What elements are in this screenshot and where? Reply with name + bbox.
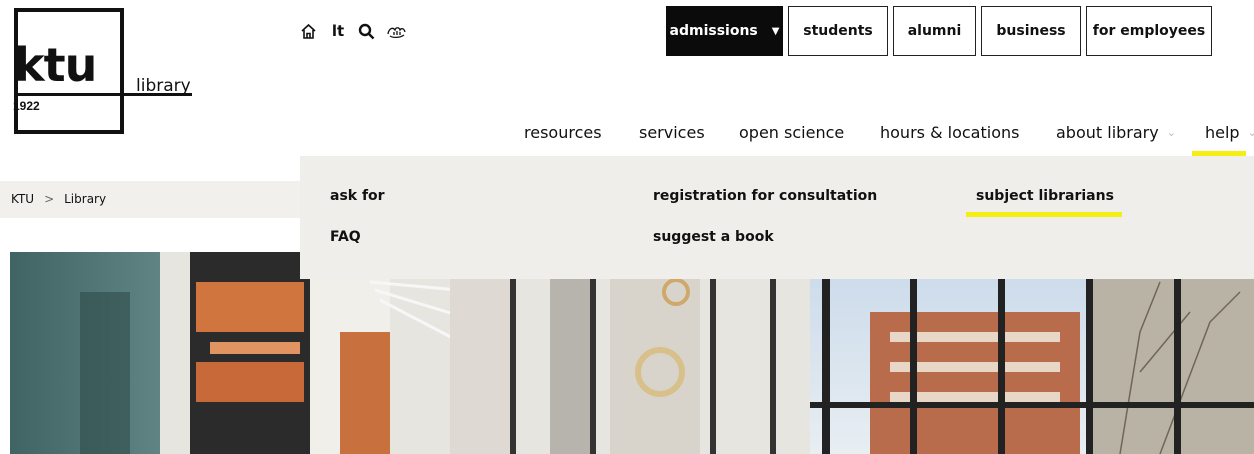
home-icon[interactable] <box>298 20 318 42</box>
breadcrumb-item-library[interactable]: Library <box>64 192 106 206</box>
breadcrumb-item-ktu[interactable]: KTU <box>11 192 34 206</box>
breadcrumb-separator: > <box>44 192 55 206</box>
chevron-down-icon: ⌄ <box>1247 125 1254 139</box>
nav-help-label: help <box>1205 122 1240 142</box>
nav-about-library-label: about library <box>1056 122 1159 142</box>
subject-librarians-link[interactable]: subject librarians <box>976 188 1114 204</box>
nav-hours-locations[interactable]: hours & locations <box>880 118 1019 146</box>
admissions-button[interactable]: admissions ▼ <box>666 6 783 56</box>
logo-section-name: library <box>136 76 191 96</box>
logo-wordmark: ktu <box>14 38 97 92</box>
students-button[interactable]: students <box>788 6 888 56</box>
nav-open-science[interactable]: open science <box>739 118 844 146</box>
nav-resources[interactable]: resources <box>524 118 602 146</box>
faq-link[interactable]: FAQ <box>330 229 361 245</box>
logo-year: 1922 <box>13 99 40 113</box>
sign-language-icon[interactable] <box>385 20 409 42</box>
suggest-book-link[interactable]: suggest a book <box>653 229 774 245</box>
ask-for-link[interactable]: ask for <box>330 188 385 204</box>
business-button[interactable]: business <box>981 6 1081 56</box>
audience-nav: admissions ▼ students alumni business fo… <box>666 6 1212 56</box>
search-icon[interactable] <box>356 20 376 42</box>
help-dropdown-panel <box>300 156 1254 279</box>
registration-consultation-link[interactable]: registration for consultation <box>653 188 877 204</box>
nav-services[interactable]: services <box>639 118 705 146</box>
admissions-label: admissions <box>669 23 758 39</box>
caret-down-icon: ▼ <box>771 25 780 37</box>
nav-about-library[interactable]: about library ⌄ <box>1056 118 1176 146</box>
alumni-button[interactable]: alumni <box>893 6 976 56</box>
language-switch[interactable]: lt <box>330 20 346 42</box>
hero-image <box>10 252 1254 454</box>
highlight-underline <box>966 212 1122 217</box>
chevron-down-icon: ⌄ <box>1166 125 1176 139</box>
breadcrumb: KTU > Library <box>11 192 106 206</box>
for-employees-button[interactable]: for employees <box>1086 6 1212 56</box>
nav-help[interactable]: help ⌄ <box>1205 118 1254 146</box>
main-nav: resources services open science hours & … <box>0 118 1254 146</box>
